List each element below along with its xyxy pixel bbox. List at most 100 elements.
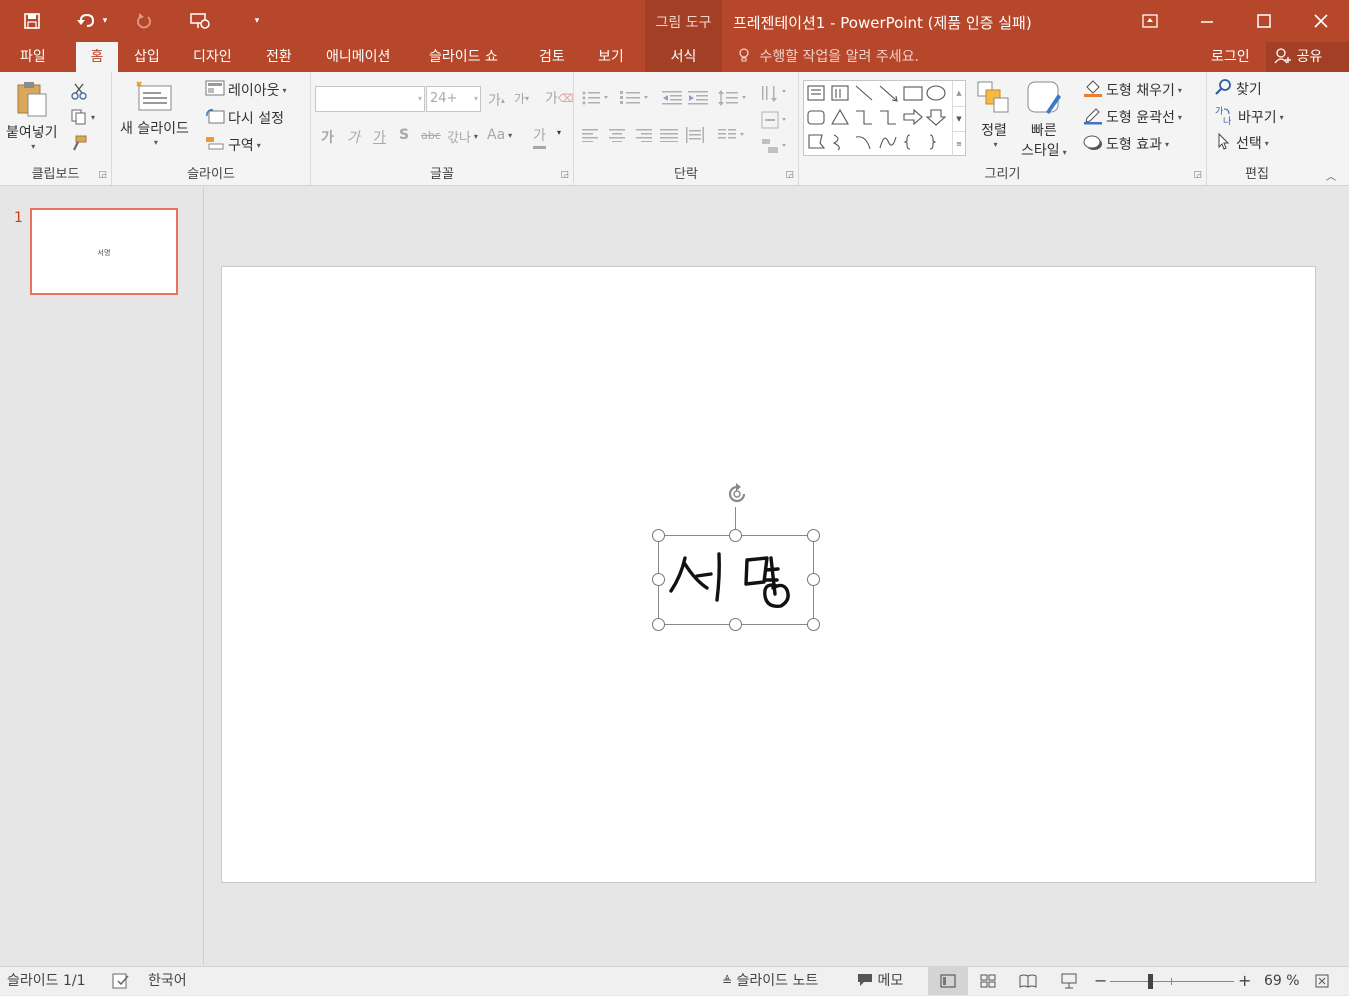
- shrink-font-button[interactable]: 가 ▾: [514, 90, 529, 107]
- shape-gallery-scroll-up-icon[interactable]: ▲: [952, 81, 965, 106]
- zoom-slider[interactable]: [1110, 974, 1234, 989]
- shape-gallery-scroll-down-icon[interactable]: ▼: [952, 106, 965, 131]
- smartart-icon[interactable]: [760, 136, 790, 156]
- font-size-dropdown-icon[interactable]: ▾: [474, 87, 478, 111]
- rotation-handle[interactable]: [722, 479, 752, 509]
- close-icon[interactable]: [1292, 0, 1349, 42]
- replace-button[interactable]: 가나 바꾸기 ▾: [1215, 105, 1284, 129]
- columns-icon[interactable]: [718, 128, 748, 142]
- comments-button[interactable]: 메모: [857, 967, 903, 996]
- resize-handle-right[interactable]: [807, 573, 820, 586]
- shape-outline-button[interactable]: 도형 윤곽선 ▾: [1083, 105, 1182, 129]
- resize-handle-top-left[interactable]: [652, 529, 665, 542]
- font-size-combo[interactable]: 24+ ▾: [426, 86, 481, 112]
- zoom-out-button[interactable]: −: [1094, 967, 1107, 996]
- find-button[interactable]: 찾기: [1215, 78, 1262, 100]
- paragraph-dialog-launcher-icon[interactable]: ◲: [785, 170, 794, 180]
- shape-effects-button[interactable]: 도형 효과 ▾: [1083, 132, 1169, 156]
- tab-format[interactable]: 서식: [645, 42, 722, 72]
- undo-dropdown-icon[interactable]: ▾: [96, 8, 114, 34]
- quick-styles-button[interactable]: 빠른 스타일 ▾: [1021, 80, 1067, 160]
- share-button[interactable]: 공유: [1266, 42, 1349, 72]
- tab-transitions[interactable]: 전환: [266, 42, 292, 72]
- login-link[interactable]: 로그인: [1211, 42, 1250, 72]
- line-spacing-icon[interactable]: [718, 90, 748, 106]
- tab-insert[interactable]: 삽입: [134, 42, 160, 72]
- slide-show-view-icon[interactable]: [1059, 972, 1079, 990]
- resize-handle-top-right[interactable]: [807, 529, 820, 542]
- slide-thumbnail[interactable]: 서명: [30, 208, 178, 295]
- strikethrough-button[interactable]: abc: [421, 129, 441, 142]
- tab-file[interactable]: 파일: [20, 42, 46, 72]
- tab-review[interactable]: 검토: [539, 42, 565, 72]
- save-icon[interactable]: [18, 8, 46, 34]
- distributed-icon[interactable]: [686, 127, 704, 143]
- font-name-dropdown-icon[interactable]: ▾: [418, 87, 422, 111]
- zoom-in-button[interactable]: +: [1238, 967, 1251, 996]
- normal-view-icon[interactable]: [928, 967, 968, 995]
- slide-sorter-view-icon[interactable]: [978, 972, 998, 990]
- redo-icon[interactable]: [130, 8, 158, 34]
- italic-button[interactable]: 가: [347, 127, 360, 147]
- tell-me-box[interactable]: 수행할 작업을 알려 주세요.: [738, 42, 919, 72]
- fit-to-window-icon[interactable]: [1312, 972, 1332, 990]
- spell-check-icon[interactable]: [111, 972, 131, 990]
- tab-slide-show[interactable]: 슬라이드 쇼: [429, 42, 498, 72]
- align-text-icon[interactable]: [760, 110, 790, 130]
- shape-fill-button[interactable]: 도형 채우기 ▾: [1083, 78, 1182, 102]
- select-button[interactable]: 선택 ▾: [1215, 132, 1269, 154]
- drawing-dialog-launcher-icon[interactable]: ◲: [1193, 170, 1202, 180]
- text-direction-icon[interactable]: [760, 84, 790, 104]
- reading-view-icon[interactable]: [1018, 972, 1038, 990]
- tab-design[interactable]: 디자인: [193, 42, 232, 72]
- customize-quick-access-icon[interactable]: ▾: [243, 8, 271, 34]
- tab-animations[interactable]: 애니메이션: [326, 42, 390, 72]
- collapse-ribbon-icon[interactable]: ︿: [1326, 168, 1336, 183]
- layout-button[interactable]: 레이아웃 ▾: [205, 80, 287, 100]
- resize-handle-left[interactable]: [652, 573, 665, 586]
- align-left-icon[interactable]: [582, 128, 600, 142]
- presenter-icon[interactable]: [186, 8, 214, 34]
- tab-home[interactable]: 홈: [76, 42, 118, 72]
- resize-handle-bottom[interactable]: [729, 618, 742, 631]
- underline-button[interactable]: 가: [373, 127, 386, 147]
- tab-view[interactable]: 보기: [598, 42, 624, 72]
- zoom-slider-thumb[interactable]: [1147, 974, 1153, 989]
- font-dialog-launcher-icon[interactable]: ◲: [560, 170, 569, 180]
- slide-canvas[interactable]: 서명: [221, 266, 1316, 883]
- ribbon-display-options-icon[interactable]: [1121, 0, 1178, 42]
- notes-button[interactable]: ≜ 슬라이드 노트: [722, 967, 818, 996]
- text-shadow-button[interactable]: S: [399, 127, 409, 143]
- language-indicator[interactable]: 한국어: [148, 967, 187, 996]
- align-center-icon[interactable]: [608, 128, 626, 142]
- minimize-icon[interactable]: [1178, 0, 1235, 42]
- section-button[interactable]: 구역 ▾: [205, 135, 261, 155]
- clipboard-dialog-launcher-icon[interactable]: ◲: [98, 170, 107, 180]
- numbering-icon[interactable]: [620, 90, 650, 106]
- resize-handle-bottom-left[interactable]: [652, 618, 665, 631]
- bold-button[interactable]: 가: [321, 127, 334, 147]
- shape-gallery-more-icon[interactable]: ≡: [952, 131, 965, 156]
- paste-dropdown-icon[interactable]: ▾: [31, 142, 35, 151]
- zoom-level[interactable]: 69 %: [1264, 967, 1300, 996]
- resize-handle-bottom-right[interactable]: [807, 618, 820, 631]
- font-color-dropdown-icon[interactable]: ▾: [557, 128, 561, 137]
- font-name-combo[interactable]: ▾: [315, 86, 425, 112]
- arrange-button[interactable]: 정렬 ▾: [976, 80, 1012, 149]
- character-spacing-button[interactable]: 갃나 ▾: [447, 127, 478, 146]
- reset-button[interactable]: 다시 설정: [205, 108, 284, 128]
- new-slide-button[interactable]: 새 슬라이드 ▾: [120, 80, 189, 147]
- increase-indent-icon[interactable]: [688, 90, 708, 106]
- clear-formatting-button[interactable]: 가 ⌫: [545, 88, 573, 108]
- paste-button[interactable]: 붙여넣기 ▾: [6, 80, 58, 151]
- format-painter-icon[interactable]: [70, 134, 88, 152]
- decrease-indent-icon[interactable]: [662, 90, 682, 106]
- font-color-button[interactable]: 가: [533, 125, 546, 149]
- copy-icon[interactable]: ▾: [70, 108, 95, 126]
- cut-icon[interactable]: [70, 82, 88, 100]
- signature-picture[interactable]: 서명: [658, 535, 814, 625]
- resize-handle-top[interactable]: [729, 529, 742, 542]
- justify-icon[interactable]: [660, 128, 678, 142]
- shape-gallery[interactable]: ▲ ▼ ≡: [803, 80, 966, 156]
- align-right-icon[interactable]: [634, 128, 652, 142]
